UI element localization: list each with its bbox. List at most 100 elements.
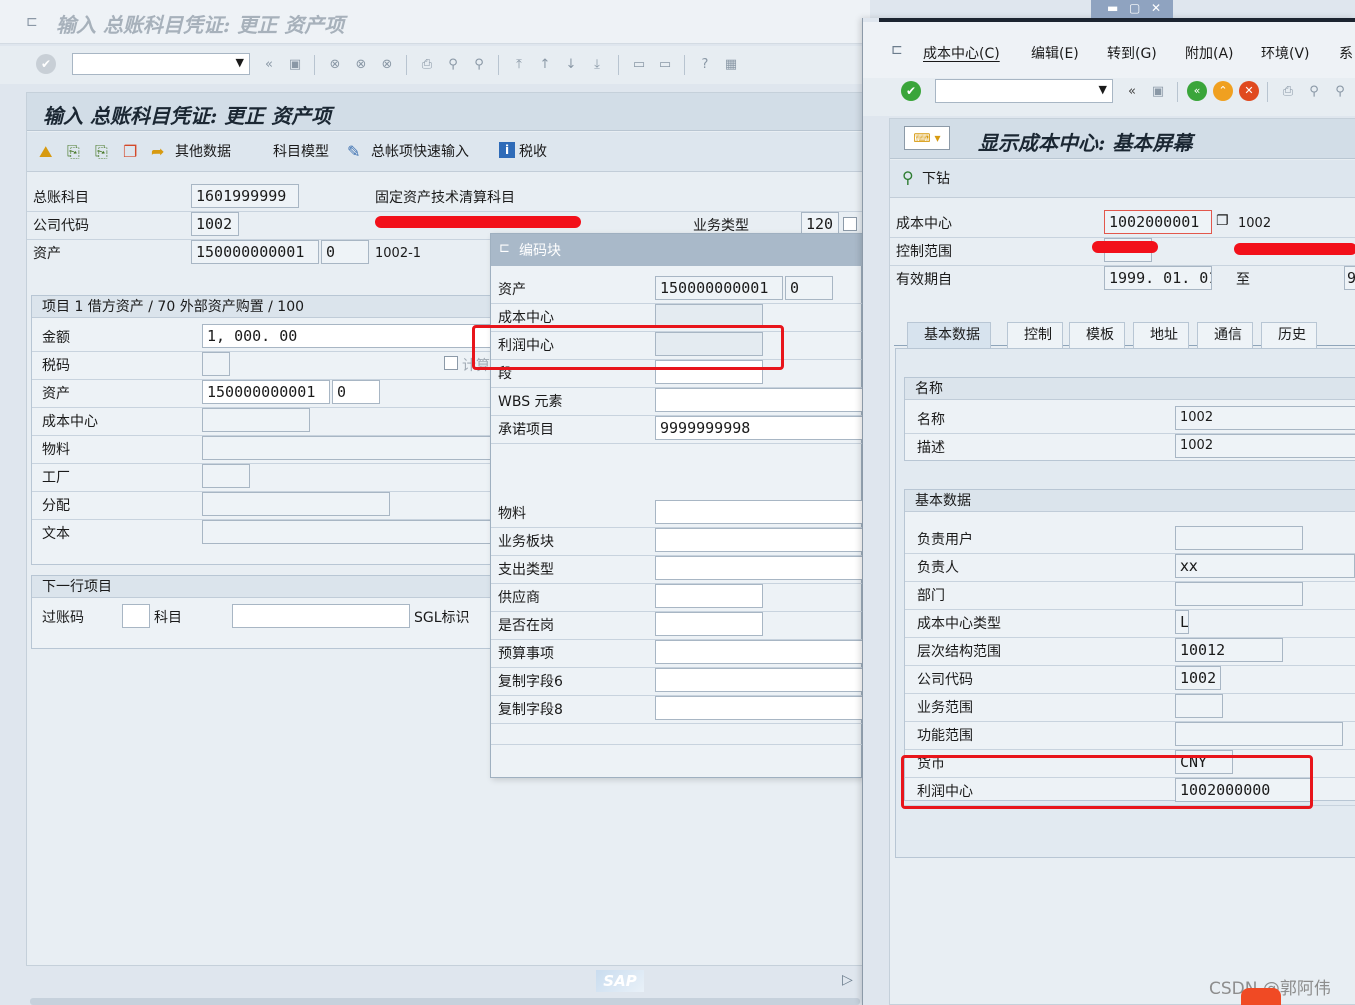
- cost-center-field[interactable]: [202, 408, 310, 432]
- basic-data-field[interactable]: L: [1175, 610, 1189, 634]
- material-field[interactable]: [202, 436, 502, 460]
- text-field[interactable]: [202, 520, 502, 544]
- menu-system[interactable]: 系: [1339, 45, 1353, 63]
- basic-data-field[interactable]: [1175, 526, 1303, 550]
- chevron-down-icon[interactable]: ▼: [236, 56, 244, 69]
- print-icon[interactable]: ⎙: [418, 55, 436, 73]
- menu-environment[interactable]: 环境(V): [1261, 45, 1310, 63]
- coding-block-field[interactable]: [655, 612, 763, 636]
- coding-block-field[interactable]: [655, 556, 863, 580]
- find-icon[interactable]: ⚲: [444, 55, 462, 73]
- fast-entry-button[interactable]: 总帐项快速输入: [371, 143, 469, 161]
- find-next-icon[interactable]: ⚲: [470, 55, 488, 73]
- account-model-button[interactable]: 科目模型: [273, 143, 329, 161]
- asset-field[interactable]: 150000000001: [191, 240, 319, 264]
- rc-cost-center-field[interactable]: 1002000001: [1104, 210, 1212, 234]
- help-icon[interactable]: ?: [696, 55, 714, 73]
- coding-block-field[interactable]: [655, 584, 763, 608]
- item-asset-field[interactable]: 150000000001: [202, 380, 330, 404]
- right-command-field[interactable]: ▼: [935, 79, 1113, 103]
- back-double-icon[interactable]: «: [1123, 82, 1141, 100]
- copy-icon[interactable]: ❐: [123, 142, 137, 161]
- back-icon[interactable]: ⊗: [326, 55, 344, 73]
- menu-extras[interactable]: 附加(A): [1185, 45, 1234, 63]
- company-code-field[interactable]: 1002: [191, 212, 239, 236]
- exit-icon[interactable]: ⊗: [352, 55, 370, 73]
- tax-code-field[interactable]: [202, 352, 230, 376]
- back-icon[interactable]: «: [1187, 81, 1207, 101]
- bottom-scroll[interactable]: [30, 998, 860, 1005]
- tab-control[interactable]: 控制: [1007, 322, 1063, 348]
- basic-data-field[interactable]: xx: [1175, 554, 1355, 578]
- coding-block-field[interactable]: 9999999998: [655, 416, 863, 440]
- exit-icon[interactable]: ⌃: [1213, 81, 1233, 101]
- print-icon[interactable]: ⎙: [1279, 82, 1297, 100]
- tab-basic-data[interactable]: 基本数据: [907, 322, 991, 348]
- new-session-icon[interactable]: ▭: [630, 55, 648, 73]
- match-code-icon[interactable]: ❐: [1216, 213, 1229, 229]
- asset-sub-field[interactable]: 0: [321, 240, 369, 264]
- document-icon[interactable]: ⎘: [95, 142, 108, 162]
- cancel-icon[interactable]: ✕: [1239, 81, 1259, 101]
- basic-data-field[interactable]: 1002: [1175, 666, 1221, 690]
- basic-data-field[interactable]: 10012: [1175, 638, 1283, 662]
- prev-page-icon[interactable]: ↑: [536, 55, 554, 73]
- maximize-icon[interactable]: ▢: [1129, 1, 1140, 15]
- coding-block-field[interactable]: [655, 388, 863, 412]
- back-double-icon[interactable]: «: [260, 55, 278, 73]
- amount-field[interactable]: 1, 000. 00: [202, 324, 492, 348]
- coding-block-field[interactable]: [655, 500, 863, 524]
- first-page-icon[interactable]: ⤒: [510, 55, 528, 73]
- account-field[interactable]: [232, 604, 410, 628]
- tab-history[interactable]: 历史: [1261, 322, 1317, 348]
- layout-icon[interactable]: ▦: [722, 55, 740, 73]
- save-icon[interactable]: ▣: [286, 55, 304, 73]
- coding-block-field[interactable]: 150000000001: [655, 276, 783, 300]
- coding-block-extra-field[interactable]: 0: [785, 276, 833, 300]
- basic-data-field[interactable]: [1175, 582, 1303, 606]
- menu-cost-center[interactable]: 成本中心(C): [923, 45, 1000, 63]
- menu-goto[interactable]: 转到(G): [1107, 45, 1157, 63]
- shortcut-icon[interactable]: ▭: [656, 55, 674, 73]
- tab-templates[interactable]: 模板: [1069, 322, 1125, 348]
- basic-data-field[interactable]: [1175, 694, 1223, 718]
- last-page-icon[interactable]: ⤓: [588, 55, 606, 73]
- assignment-field[interactable]: [202, 492, 390, 516]
- calc-tax-checkbox[interactable]: [444, 356, 458, 370]
- item-asset-sub-field[interactable]: 0: [332, 380, 380, 404]
- gl-account-field[interactable]: 1601999999: [191, 184, 299, 208]
- drilldown-icon[interactable]: ⚲: [902, 168, 914, 187]
- coding-block-field[interactable]: [655, 668, 863, 692]
- tab-address[interactable]: 地址: [1133, 322, 1189, 348]
- close-icon[interactable]: ✕: [1151, 1, 1161, 15]
- minimize-icon[interactable]: ▬: [1107, 1, 1118, 15]
- desc-field[interactable]: 1002: [1175, 434, 1355, 458]
- business-type-checkbox[interactable]: [843, 217, 857, 231]
- enter-check-icon[interactable]: ✔: [901, 81, 921, 101]
- menu-edit[interactable]: 编辑(E): [1031, 45, 1079, 63]
- coding-block-field[interactable]: [655, 696, 863, 720]
- info-icon[interactable]: i: [499, 142, 515, 158]
- other-data-icon[interactable]: ➦: [151, 142, 164, 161]
- find-icon[interactable]: ⚲: [1305, 82, 1323, 100]
- other-data-button[interactable]: 其他数据: [175, 143, 231, 161]
- drilldown-button[interactable]: 下钻: [922, 170, 950, 188]
- enter-check-icon[interactable]: ✔: [36, 54, 56, 74]
- cancel-icon[interactable]: ⊗: [378, 55, 396, 73]
- valid-from-field[interactable]: 1999. 01. 01: [1104, 266, 1212, 290]
- find-next-icon[interactable]: ⚲: [1331, 82, 1349, 100]
- basic-data-field[interactable]: [1175, 722, 1343, 746]
- posting-key-field[interactable]: [122, 604, 150, 628]
- save-icon[interactable]: ▣: [1149, 82, 1167, 100]
- chevron-down-icon[interactable]: ▼: [1099, 83, 1107, 96]
- new-doc-icon[interactable]: ⎘: [67, 142, 80, 162]
- tab-communication[interactable]: 通信: [1197, 322, 1253, 348]
- tree-icon[interactable]: ⛰: [39, 142, 52, 162]
- name-field[interactable]: 1002: [1175, 406, 1355, 430]
- plant-field[interactable]: [202, 464, 250, 488]
- tax-button[interactable]: 税收: [519, 143, 547, 161]
- menu-icon[interactable]: ⊏: [891, 42, 903, 58]
- fast-entry-icon[interactable]: ✎: [347, 142, 360, 161]
- coding-block-field[interactable]: [655, 528, 863, 552]
- next-page-icon[interactable]: ↓: [562, 55, 580, 73]
